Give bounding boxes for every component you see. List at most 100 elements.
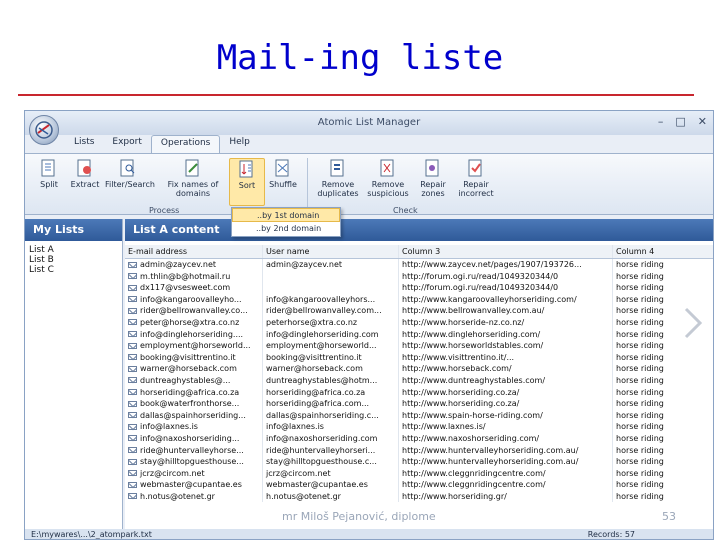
chevron-right-icon[interactable] xyxy=(682,306,704,340)
table-row[interactable]: rider@bellrowanvalley.co... rider@bellrow… xyxy=(125,305,713,317)
table-row[interactable]: info@naxoshorseriding... info@naxoshorser… xyxy=(125,432,713,445)
column-header[interactable]: E-mail address xyxy=(125,245,263,258)
app-menu-button[interactable] xyxy=(29,115,59,145)
extract-button[interactable]: Extract xyxy=(67,158,103,189)
cell-text: horse riding xyxy=(616,480,664,490)
table-row[interactable]: jcrz@circom.net jcrz@circom.net http://www… xyxy=(125,467,713,480)
shuffle-icon xyxy=(275,159,289,177)
cell-text: jcrz@circom.net xyxy=(140,468,205,478)
cell-text: stay@hilltopguesthouse... xyxy=(140,457,244,467)
sort-icon xyxy=(239,160,253,178)
cell-text: horse riding xyxy=(616,364,664,374)
cell-text: horse riding xyxy=(616,445,664,455)
tab-lists[interactable]: Lists xyxy=(65,135,103,153)
cell-text: horse riding xyxy=(616,491,664,501)
table-cell: horse riding xyxy=(613,479,713,491)
shuffle-button[interactable]: Shuffle xyxy=(265,158,301,189)
table-cell: horse riding xyxy=(613,398,713,410)
column-header[interactable]: User name xyxy=(263,245,399,258)
fix-domains-icon xyxy=(185,159,199,177)
cell-text: info@laxnes.is xyxy=(140,422,198,432)
remove-duplicates-button[interactable]: Remove duplicates xyxy=(315,158,361,198)
filter-icon xyxy=(120,159,135,177)
maximize-icon[interactable]: □ xyxy=(675,115,685,128)
table-cell: http://www.visittrentino.it/... xyxy=(399,351,613,364)
table-row[interactable]: booking@visittrentino.it booking@visittre… xyxy=(125,351,713,364)
cell-text: info@dinglehorseriding.com xyxy=(266,329,379,339)
table-cell: employment@horseworld... xyxy=(263,340,399,352)
repair-zones-label: Repair zones xyxy=(420,180,446,198)
window-titlebar[interactable]: Atomic List Manager – □ ✕ xyxy=(25,111,713,135)
sort-label: Sort xyxy=(238,181,256,190)
table-cell: horse riding xyxy=(613,340,713,352)
column-header[interactable]: Column 4 xyxy=(613,245,713,258)
sort-by-2nd-domain[interactable]: ..by 2nd domain xyxy=(232,222,340,236)
repair-incorrect-button[interactable]: Repair incorrect xyxy=(455,158,497,198)
table-row[interactable]: dallas@spainhorseriding... dallas@spainho… xyxy=(125,409,713,422)
repair-zones-button[interactable]: Repair zones xyxy=(415,158,451,198)
table-cell: employment@horseworld... xyxy=(125,340,263,352)
cell-text: http://www.horseriding.gr/ xyxy=(402,491,507,501)
mail-icon xyxy=(128,458,137,465)
table-row[interactable]: duntreaghystables@... duntreaghystables@h… xyxy=(125,374,713,387)
cell-text: employment@horseworld... xyxy=(266,341,377,351)
mail-icon xyxy=(128,331,137,338)
split-button[interactable]: Split xyxy=(31,158,67,189)
table-row[interactable]: m.thlin@b@hotmail.ru http://forum.ogi.ru/… xyxy=(125,270,713,283)
tab-help[interactable]: Help xyxy=(220,135,259,153)
table-cell: duntreaghystables@hotm... xyxy=(263,374,399,387)
table-row[interactable]: horseriding@africa.co.za horseriding@afri… xyxy=(125,386,713,399)
table-row[interactable]: webmaster@cupantae.es webmaster@cupantae.… xyxy=(125,479,713,491)
table-row[interactable]: warner@horseback.com warner@horseback.com… xyxy=(125,363,713,375)
table-cell: horseriding@africa.co.za xyxy=(125,386,263,399)
minimize-icon[interactable]: – xyxy=(658,115,664,128)
cell-text: http://www.spain-horse-riding.com/ xyxy=(402,410,543,420)
table-row[interactable]: stay@hilltopguesthouse... stay@hilltopgue… xyxy=(125,456,713,468)
cell-text: rider@bellrowanvalley.com... xyxy=(266,306,382,316)
table-cell: admin@zaycev.net xyxy=(125,259,263,271)
sidebar-item-list-b[interactable]: List B xyxy=(25,255,122,265)
table-row[interactable]: ride@huntervalleyhorse... ride@huntervall… xyxy=(125,444,713,457)
mail-icon xyxy=(128,296,137,303)
table-row[interactable]: info@kangaroovalleyho... info@kangarooval… xyxy=(125,293,713,306)
table-row[interactable]: book@waterfronthorse... horseriding@afric… xyxy=(125,398,713,410)
cell-text: http://www.visittrentino.it/... xyxy=(402,352,515,362)
table-row[interactable]: h.notus@otenet.gr h.notus@otenet.gr http:/… xyxy=(125,490,713,503)
remove-suspicious-button[interactable]: Remove suspicious xyxy=(365,158,411,198)
table-cell: http://www.naxoshorseriding.com/ xyxy=(399,432,613,445)
table-row[interactable]: admin@zaycev.net admin@zaycev.net http://w… xyxy=(125,259,713,271)
table-row[interactable]: info@dinglehorseriding.... info@dinglehor… xyxy=(125,328,713,341)
tab-operations[interactable]: Operations xyxy=(150,135,221,153)
table-cell: http://www.huntervalleyhorseriding.com.a… xyxy=(399,456,613,468)
cell-text: rider@bellrowanvalley.co... xyxy=(140,306,248,316)
tab-export[interactable]: Export xyxy=(103,135,150,153)
sidebar-item-list-c[interactable]: List C xyxy=(25,265,122,275)
table-cell: info@kangaroovalleyhors... xyxy=(263,293,399,306)
page-number: 53 xyxy=(662,510,676,523)
table-cell: jcrz@circom.net xyxy=(125,467,263,480)
cell-text: horse riding xyxy=(616,433,664,443)
column-header[interactable]: Column 3 xyxy=(399,245,613,258)
table-row[interactable]: peter@horse@xtra.co.nz peterhorse@xtra.co… xyxy=(125,316,713,329)
cell-text: webmaster@cupantae.es xyxy=(266,480,368,490)
extract-label: Extract xyxy=(70,180,100,189)
fix-domains-button[interactable]: Fix names of domains xyxy=(165,158,221,198)
table-row[interactable]: employment@horseworld... employment@horse… xyxy=(125,340,713,352)
cell-text: http://www.dinglehorseriding.com/ xyxy=(402,329,541,339)
sort-by-1st-domain[interactable]: ..by 1st domain xyxy=(232,208,340,222)
mail-icon xyxy=(128,273,137,280)
mail-icon xyxy=(128,493,137,500)
table-cell: http://www.spain-horse-riding.com/ xyxy=(399,409,613,422)
mail-icon xyxy=(128,284,137,291)
table-row[interactable]: info@laxnes.is info@laxnes.is http://www.l… xyxy=(125,421,713,433)
close-icon[interactable]: ✕ xyxy=(698,115,707,128)
sort-button[interactable]: Sort xyxy=(229,158,265,206)
ribbon: Split Extract Filter/Search Fix names of… xyxy=(25,153,713,215)
list-content-header: List A content xyxy=(125,219,713,241)
filter-search-button[interactable]: Filter/Search xyxy=(105,158,155,189)
filter-search-label: Filter/Search xyxy=(105,180,155,189)
repair-incorrect-icon xyxy=(468,159,482,177)
cell-text: booking@visittrentino.it xyxy=(140,352,236,362)
table-row[interactable]: dx117@vsesweet.com http://forum.ogi.ru/re… xyxy=(125,282,713,294)
sidebar-item-list-a[interactable]: List A xyxy=(25,245,122,255)
